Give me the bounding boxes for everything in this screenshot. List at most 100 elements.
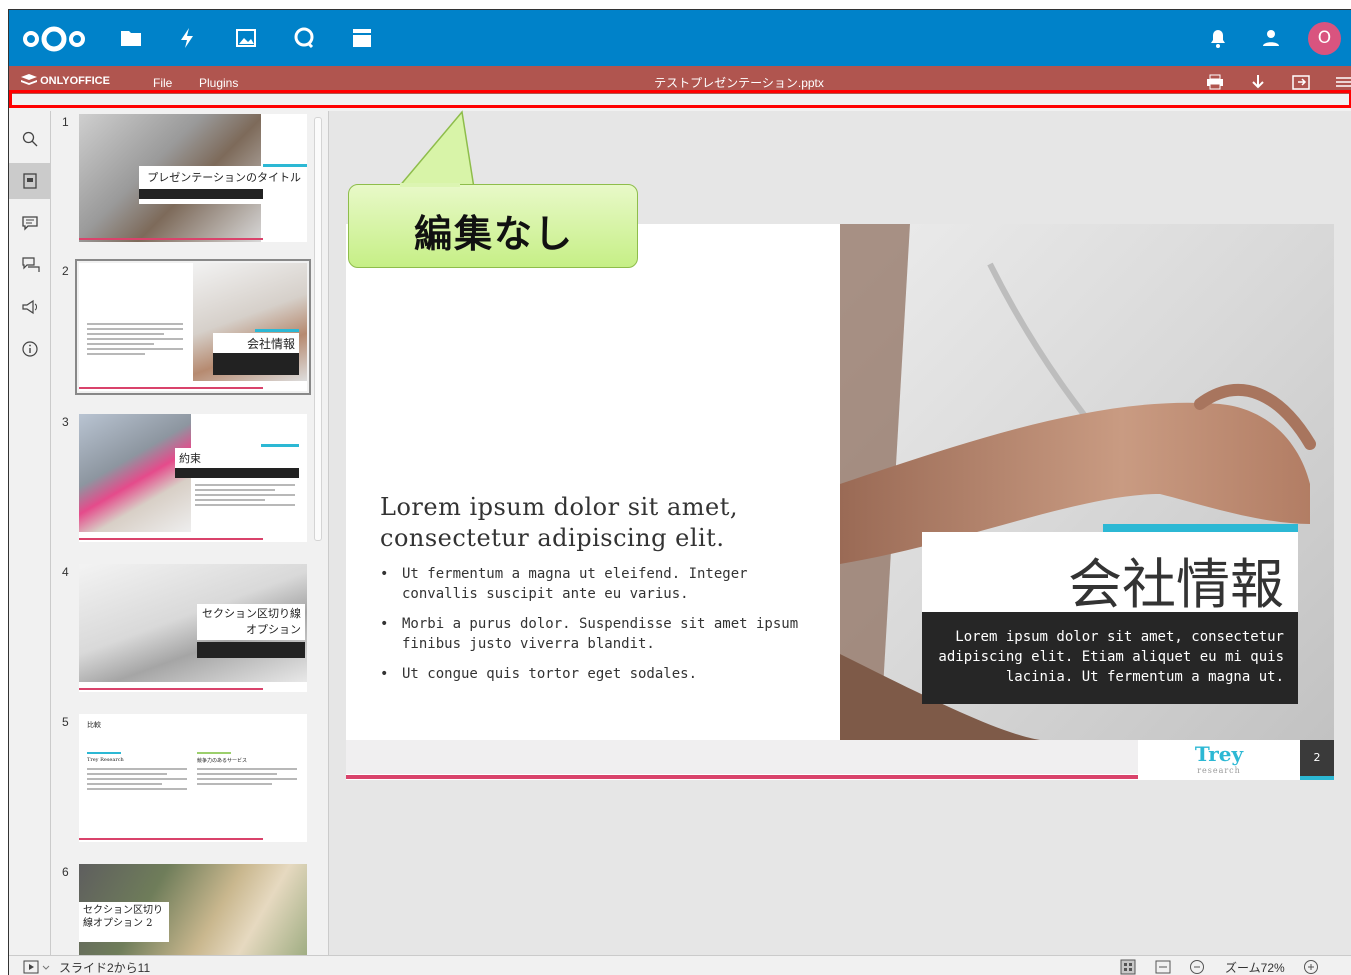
slide-subtitle: Lorem ipsum dolor sit amet, consectetur … [938, 629, 1284, 685]
slide-thumbnail-3[interactable]: 約束 [79, 414, 307, 542]
brand-text: ONLYOFFICE [40, 75, 110, 87]
slide-thumbnail-6[interactable]: セクション区切り線オプション 2 [79, 864, 307, 955]
comment-icon [22, 216, 38, 231]
logo-subtitle: research [1197, 766, 1241, 775]
thumb-title: セクション区切り線オプション 2 [79, 902, 169, 942]
thumb-text-lines [197, 768, 297, 788]
fit-to-width-icon[interactable] [1155, 959, 1171, 975]
contacts-icon[interactable] [1259, 26, 1283, 50]
zoom-level: ズーム72% [1225, 961, 1285, 975]
comments-button[interactable] [9, 205, 51, 241]
thumb-text-lines [87, 323, 183, 358]
deck-icon[interactable] [350, 26, 374, 50]
thumb-accent-line [79, 838, 263, 840]
callout-text: 編集なし [413, 212, 574, 256]
slides-button[interactable] [9, 163, 51, 199]
logo-name: Trey [1194, 742, 1244, 766]
thumb-number: 4 [62, 565, 69, 579]
slide-body-title: Lorem ipsum dolor sit amet, consectetur … [380, 493, 738, 552]
thumb-column-2: 競争力のあるサービス [197, 757, 248, 764]
highlight-box [9, 90, 1351, 108]
notifications-icon[interactable] [1206, 26, 1230, 50]
activity-icon[interactable] [176, 26, 200, 50]
thumb-accent-line [79, 538, 263, 540]
thumb-number: 5 [62, 715, 69, 729]
slide-big-title: 会社情報 [1068, 553, 1284, 616]
zoom-in-icon[interactable] [1303, 959, 1319, 975]
thumb-dark-box [197, 642, 305, 658]
play-slideshow-icon[interactable] [23, 959, 39, 975]
print-icon[interactable] [1206, 74, 1224, 90]
user-avatar[interactable]: O [1308, 22, 1341, 55]
hamburger-menu-icon[interactable] [1335, 74, 1351, 90]
chat-button[interactable] [9, 247, 51, 283]
slide-thumbnail-1[interactable]: プレゼンテーションのタイトル [79, 114, 307, 242]
thumb-accent-line [79, 387, 263, 389]
thumb-number: 3 [62, 415, 69, 429]
thumb-accent-line [79, 688, 263, 690]
slides-icon [23, 173, 37, 189]
callout-join [400, 183, 460, 187]
thumb-accent [87, 752, 121, 754]
menu-file[interactable]: File [153, 76, 172, 90]
thumb-number: 2 [62, 264, 69, 278]
talk-icon[interactable] [292, 26, 316, 50]
zoom-out-icon[interactable] [1189, 959, 1205, 975]
thumb-text-lines [87, 768, 187, 793]
bullet-item: Ut fermentum a magna ut eleifend. Intege… [380, 564, 820, 604]
nextcloud-header: O [9, 10, 1351, 66]
thumb-dark-box [175, 468, 299, 478]
page-number-accent [1300, 776, 1334, 780]
download-icon[interactable] [1249, 74, 1267, 90]
thumb-number: 1 [62, 115, 69, 129]
thumbnails-scrollbar[interactable] [314, 117, 322, 541]
bullet-item: Morbi a purus dolor. Suspendisse sit ame… [380, 614, 820, 654]
feedback-button[interactable] [9, 289, 51, 325]
footer-accent-line [346, 775, 1138, 779]
bullet-item: Ut congue quis tortor eget sodales. [380, 664, 820, 684]
search-button[interactable] [9, 121, 51, 157]
slide-thumbnail-4[interactable]: セクション区切り線オプション [79, 564, 307, 692]
about-button[interactable] [9, 331, 51, 367]
callout-pointer [397, 110, 475, 188]
onlyoffice-layers-icon [21, 74, 37, 85]
thumb-accent-line [79, 238, 263, 240]
slide-thumbnail-2[interactable]: 会社情報 [75, 259, 311, 395]
status-bar: スライド2から11 ズーム72% [9, 955, 1351, 975]
thumb-number: 6 [62, 865, 69, 879]
annotation-callout: 編集なし [348, 184, 638, 268]
slide-page-number: 2 [1300, 740, 1334, 776]
thumb-accent [255, 329, 299, 332]
thumb-title: 比較 [87, 720, 101, 730]
slide-thumbnails-panel: 1 プレゼンテーションのタイトル 2 会社情報 3 約束 4 セクション区切り線… [51, 111, 329, 955]
company-logo: Trey research [1138, 740, 1300, 776]
thumb-accent [263, 164, 307, 167]
chat-icon [22, 257, 40, 272]
chevron-down-icon[interactable] [41, 959, 51, 975]
open-location-icon[interactable] [1292, 74, 1310, 90]
thumb-accent [261, 444, 299, 447]
thumb-title: セクション区切り線オプション [197, 604, 305, 640]
slide-counter: スライド2から11 [59, 961, 151, 975]
thumb-accent-green [197, 752, 231, 754]
thumb-text-lines [195, 484, 295, 509]
nextcloud-logo-icon[interactable] [21, 24, 87, 54]
current-slide[interactable]: Lorem ipsum dolor sit amet, consectetur … [346, 224, 1334, 780]
thumb-column-1: Trey Research [87, 757, 124, 763]
menu-plugins[interactable]: Plugins [199, 76, 238, 90]
files-icon[interactable] [119, 26, 143, 50]
onlyoffice-logo: ONLYOFFICE [21, 74, 110, 87]
thumb-title: 会社情報 [213, 333, 299, 353]
megaphone-icon [22, 299, 37, 315]
left-toolbar [9, 111, 51, 955]
app-window: O ONLYOFFICE File Plugins テストプレゼンテーション.p… [8, 9, 1351, 975]
thumb-title: 約束 [175, 448, 299, 468]
thumb-subtitle-box [139, 189, 263, 199]
search-icon [22, 131, 38, 147]
slide-bullet-list: Ut fermentum a magna ut eleifend. Intege… [380, 564, 820, 694]
fit-to-slide-icon[interactable] [1120, 959, 1136, 975]
slide-thumbnail-5[interactable]: 比較 Trey Research 競争力のあるサービス [79, 714, 307, 842]
gallery-icon[interactable] [234, 26, 258, 50]
title-accent-bar [1103, 524, 1298, 532]
document-title: テストプレゼンテーション.pptx [654, 76, 824, 90]
